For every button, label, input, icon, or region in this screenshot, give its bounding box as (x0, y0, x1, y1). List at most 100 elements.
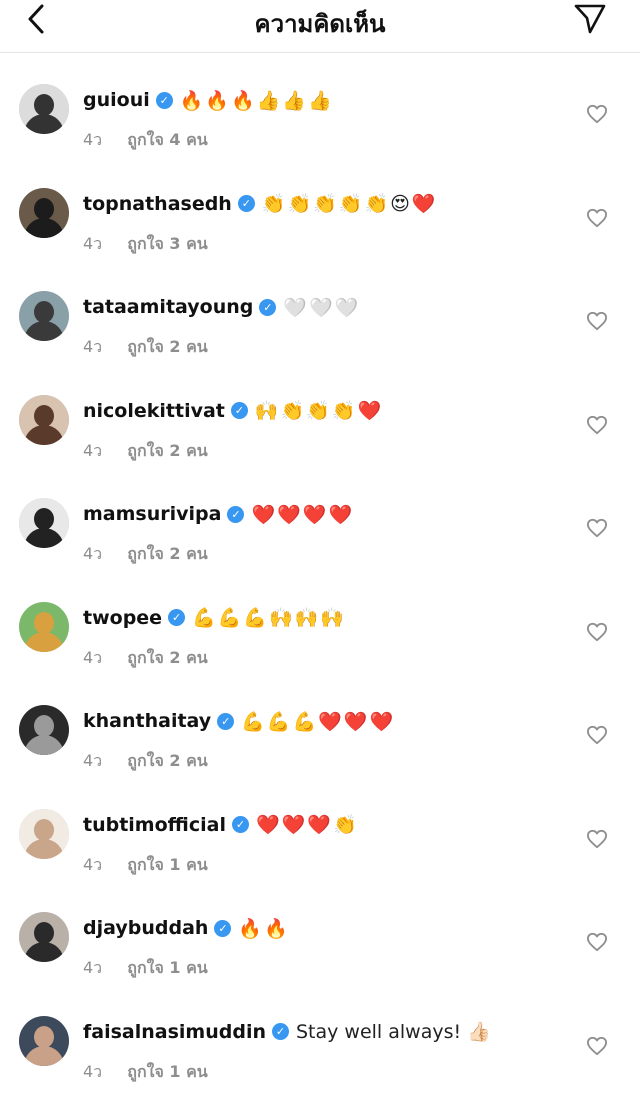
avatar[interactable] (19, 808, 69, 859)
like-count-link[interactable]: ถูกใจ 2 คน (127, 441, 207, 460)
like-heart-icon[interactable] (586, 829, 608, 849)
comment-meta: 4ว ถูกใจ 1 คน (83, 956, 208, 981)
comment-row: djaybuddah ✓ 🔥🔥 4ว ถูกใจ 1 คน (0, 904, 640, 1004)
comment-meta: 4ว ถูกใจ 4 คน (83, 128, 208, 153)
comment-line: guioui ✓ 🔥🔥🔥👍👍👍 (83, 84, 334, 116)
comment-text: Stay well always! 👍🏻 (295, 1021, 491, 1043)
comment-row: nicolekittivat ✓ 🙌👏👏👏❤️ 4ว ถูกใจ 2 คน (0, 387, 640, 487)
comment-line: djaybuddah ✓ 🔥🔥 (83, 912, 290, 944)
comment-line: tubtimofficial ✓ ❤️❤️❤️👏 (83, 809, 359, 841)
comment-meta: 4ว ถูกใจ 2 คน (83, 646, 208, 671)
username[interactable]: topnathasedh (83, 193, 232, 215)
like-count-link[interactable]: ถูกใจ 1 คน (127, 958, 207, 977)
comment-row: twopee ✓ 💪💪💪🙌🙌🙌 4ว ถูกใจ 2 คน (0, 594, 640, 694)
like-heart-icon[interactable] (586, 725, 608, 745)
like-heart-icon[interactable] (586, 518, 608, 538)
comment-time: 4ว (83, 751, 103, 770)
comment-meta: 4ว ถูกใจ 3 คน (83, 232, 208, 257)
comment-text: 🔥🔥 (238, 917, 290, 940)
like-count-link[interactable]: ถูกใจ 1 คน (127, 855, 207, 874)
username[interactable]: tubtimofficial (83, 814, 226, 836)
username[interactable]: khanthaitay (83, 710, 211, 732)
username[interactable]: faisalnasimuddin (83, 1021, 266, 1043)
comment-line: faisalnasimuddin ✓ Stay well always! 👍🏻 (83, 1016, 491, 1048)
comment-time: 4ว (83, 337, 103, 356)
avatar-head-shape (34, 611, 54, 634)
verified-badge-icon: ✓ (230, 402, 248, 419)
comment-row: khanthaitay ✓ 💪💪💪❤️❤️❤️ 4ว ถูกใจ 2 คน (0, 697, 640, 797)
like-count-link[interactable]: ถูกใจ 2 คน (127, 751, 207, 770)
username[interactable]: tataamitayoung (83, 296, 253, 318)
avatar[interactable] (19, 912, 69, 962)
username[interactable]: twopee (83, 607, 162, 629)
avatar[interactable] (19, 84, 69, 134)
username[interactable]: nicolekittivat (83, 400, 225, 422)
like-heart-icon[interactable] (586, 932, 608, 952)
comment-text: 🤍🤍🤍 (283, 296, 361, 319)
like-count-link[interactable]: ถูกใจ 2 คน (127, 544, 207, 563)
username[interactable]: djaybuddah (83, 917, 208, 939)
like-heart-icon[interactable] (586, 415, 608, 435)
verified-badge-icon: ✓ (271, 1023, 289, 1040)
comment-time: 4ว (83, 440, 103, 460)
comment-text: ❤️❤️❤️❤️ (251, 503, 355, 526)
verified-badge-icon: ✓ (231, 816, 249, 833)
avatar[interactable] (19, 1015, 69, 1066)
avatar-head-shape (34, 922, 54, 944)
avatar[interactable] (19, 291, 69, 341)
avatar[interactable] (19, 498, 69, 548)
verified-badge-icon: ✓ (155, 91, 173, 109)
comment-row: tataamitayoung ✓ 🤍🤍🤍 4ว ถูกใจ 2 คน (0, 283, 640, 383)
like-heart-icon[interactable] (586, 622, 608, 642)
like-heart-icon[interactable] (586, 104, 608, 124)
like-heart-icon[interactable] (586, 1036, 608, 1056)
comment-time: 4ว (83, 544, 103, 563)
like-count-link[interactable]: ถูกใจ 1 คน (127, 1062, 207, 1081)
like-count-link[interactable]: ถูกใจ 3 คน (127, 234, 207, 253)
comment-row: guioui ✓ 🔥🔥🔥👍👍👍 4ว ถูกใจ 4 คน (0, 76, 640, 176)
comment-meta: 4ว ถูกใจ 2 คน (83, 335, 208, 360)
verified-badge-icon: ✓ (227, 505, 245, 523)
like-count-link[interactable]: ถูกใจ 2 คน (127, 648, 207, 667)
comment-meta: 4ว ถูกใจ 2 คน (83, 439, 208, 464)
like-heart-icon[interactable] (586, 208, 608, 228)
comment-line: khanthaitay ✓ 💪💪💪❤️❤️❤️ (83, 705, 395, 737)
comment-row: mamsurivipa ✓ ❤️❤️❤️❤️ 4ว ถูกใจ 2 คน (0, 490, 640, 590)
comment-meta: 4ว ถูกใจ 1 คน (83, 853, 208, 878)
verified-badge-icon: ✓ (259, 298, 277, 316)
avatar-head-shape (34, 508, 54, 530)
comment-time: 4ว (83, 1061, 103, 1081)
comment-line: tataamitayoung ✓ 🤍🤍🤍 (83, 291, 360, 323)
comment-row: faisalnasimuddin ✓ Stay well always! 👍🏻 … (0, 1008, 640, 1108)
verified-badge-icon: ✓ (168, 609, 186, 626)
comment-line: twopee ✓ 💪💪💪🙌🙌🙌 (83, 602, 346, 634)
avatar-head-shape (34, 301, 54, 323)
comment-meta: 4ว ถูกใจ 2 คน (83, 542, 208, 567)
comment-meta: 4ว ถูกใจ 2 คน (83, 749, 208, 774)
username[interactable]: mamsurivipa (83, 503, 221, 525)
avatar[interactable] (19, 705, 69, 755)
verified-badge-icon: ✓ (214, 919, 232, 937)
avatar-head-shape (34, 715, 54, 737)
comment-text: 🙌👏👏👏❤️ (254, 400, 384, 422)
send-icon[interactable] (572, 2, 608, 36)
comment-time: 4ว (83, 233, 103, 253)
username[interactable]: guioui (83, 89, 150, 111)
like-count-link[interactable]: ถูกใจ 2 คน (127, 337, 207, 356)
like-count-link[interactable]: ถูกใจ 4 คน (127, 130, 207, 149)
comment-time: 4ว (83, 647, 103, 667)
verified-badge-icon: ✓ (237, 195, 255, 212)
comment-line: topnathasedh ✓ 👏👏👏👏👏😍❤️ (83, 188, 438, 220)
like-heart-icon[interactable] (586, 311, 608, 331)
avatar[interactable] (19, 187, 69, 238)
avatar-head-shape (34, 197, 54, 220)
avatar-head-shape (34, 94, 54, 116)
avatar[interactable] (19, 394, 69, 445)
avatar-head-shape (34, 404, 54, 427)
verified-badge-icon: ✓ (217, 712, 235, 730)
comment-meta: 4ว ถูกใจ 1 คน (83, 1060, 208, 1085)
avatar[interactable] (19, 601, 69, 652)
header-bar: ความคิดเห็น (0, 0, 640, 53)
comment-row: tubtimofficial ✓ ❤️❤️❤️👏 4ว ถูกใจ 1 คน (0, 801, 640, 901)
comment-row: topnathasedh ✓ 👏👏👏👏👏😍❤️ 4ว ถูกใจ 3 คน (0, 180, 640, 280)
